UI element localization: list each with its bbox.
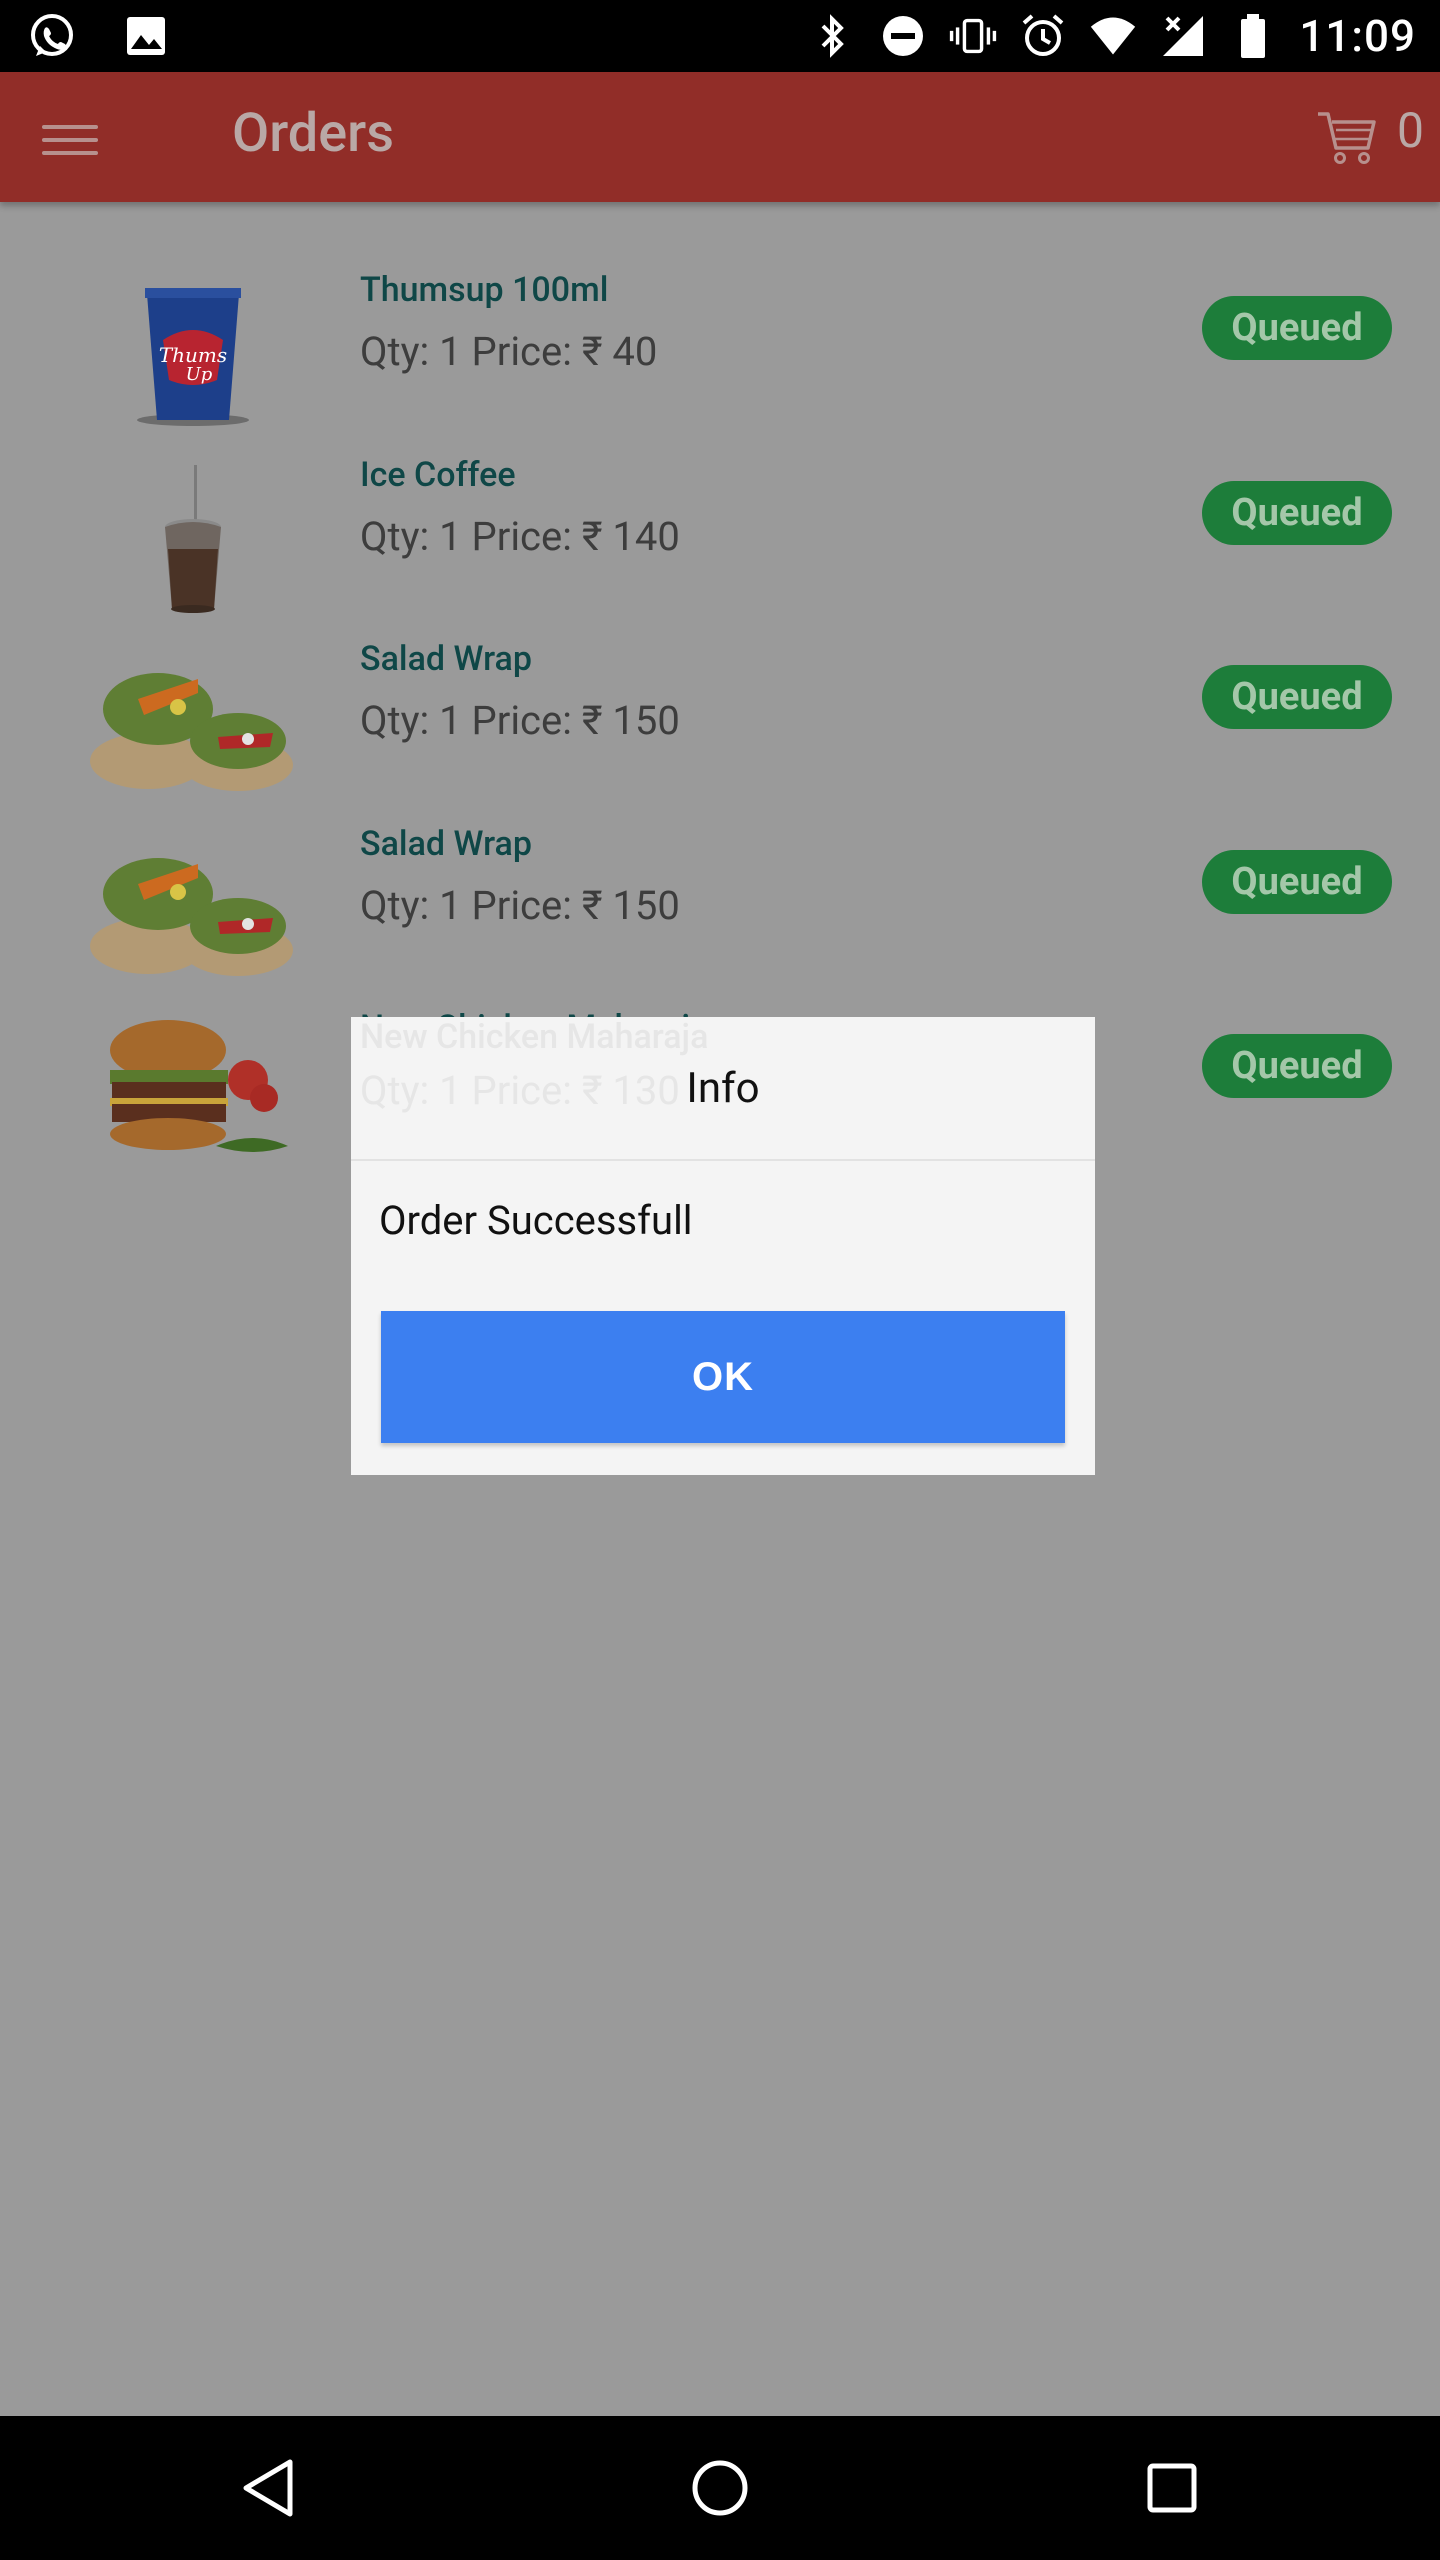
order-item-name: Salad Wrap — [360, 823, 532, 864]
home-icon[interactable] — [688, 2456, 752, 2520]
status-badge: Queued — [1202, 665, 1392, 729]
burger-icon — [88, 1018, 298, 1168]
thumsup-cup-icon: Thums Up — [88, 280, 298, 430]
vibrate-icon — [949, 12, 997, 60]
info-dialog: New Chicken Maharaja Qty: 1 Price: ₹ 130… — [351, 1017, 1095, 1475]
order-item-qty-price: Qty: 1 Price: ₹ 150 — [360, 697, 680, 744]
navigation-bar — [0, 2416, 1440, 2560]
order-item-name: Thumsup 100ml — [360, 270, 609, 310]
status-badge: Queued — [1202, 296, 1392, 360]
order-item-name: Ice Coffee — [360, 454, 516, 495]
svg-text:Up: Up — [186, 364, 213, 385]
order-item-qty-price: Qty: 1 Price: ₹ 150 — [360, 881, 680, 929]
menu-icon[interactable] — [42, 112, 98, 168]
ok-button[interactable]: OK — [381, 1311, 1065, 1443]
cart-count: 0 — [1397, 102, 1424, 159]
signal-icon — [1159, 12, 1207, 60]
order-row[interactable]: Thums Up Thumsup 100ml Qty: 1 Price: ₹ 40… — [0, 240, 1440, 426]
bluetooth-icon — [809, 12, 857, 60]
dialog-title: Info — [351, 1017, 1095, 1161]
wifi-icon — [1089, 12, 1137, 60]
status-bar-notifications — [28, 12, 170, 60]
order-row[interactable]: Salad Wrap Qty: 1 Price: ₹ 150 Queued — [0, 609, 1440, 794]
status-bar-system: 11:09 — [809, 8, 1416, 64]
recents-icon[interactable] — [1140, 2456, 1204, 2520]
alarm-icon — [1019, 12, 1067, 60]
order-item-name: Salad Wrap — [360, 639, 532, 679]
app-bar: Orders 0 — [0, 72, 1440, 202]
ice-coffee-icon — [88, 464, 298, 615]
clock: 11:09 — [1299, 10, 1416, 62]
dialog-message: Order Successfull — [379, 1197, 693, 1244]
image-icon — [122, 12, 170, 60]
order-row[interactable]: Ice Coffee Qty: 1 Price: ₹ 140 Queued — [0, 425, 1440, 613]
cart-icon[interactable] — [1316, 108, 1380, 168]
status-bar: 11:09 — [0, 0, 1440, 72]
status-badge: Queued — [1202, 849, 1392, 914]
status-badge: Queued — [1202, 480, 1392, 545]
battery-icon — [1229, 12, 1277, 60]
salad-wrap-icon — [88, 649, 298, 799]
order-item-qty-price: Qty: 1 Price: ₹ 140 — [360, 512, 680, 560]
back-icon[interactable] — [236, 2456, 300, 2520]
page-title: Orders — [232, 102, 395, 165]
order-row[interactable]: Salad Wrap Qty: 1 Price: ₹ 150 Queued — [0, 794, 1440, 979]
order-item-qty-price: Qty: 1 Price: ₹ 40 — [360, 328, 658, 375]
do-not-disturb-icon — [879, 12, 927, 60]
status-badge: Queued — [1202, 1034, 1392, 1098]
salad-wrap-icon — [88, 834, 298, 984]
whatsapp-icon — [28, 12, 76, 60]
